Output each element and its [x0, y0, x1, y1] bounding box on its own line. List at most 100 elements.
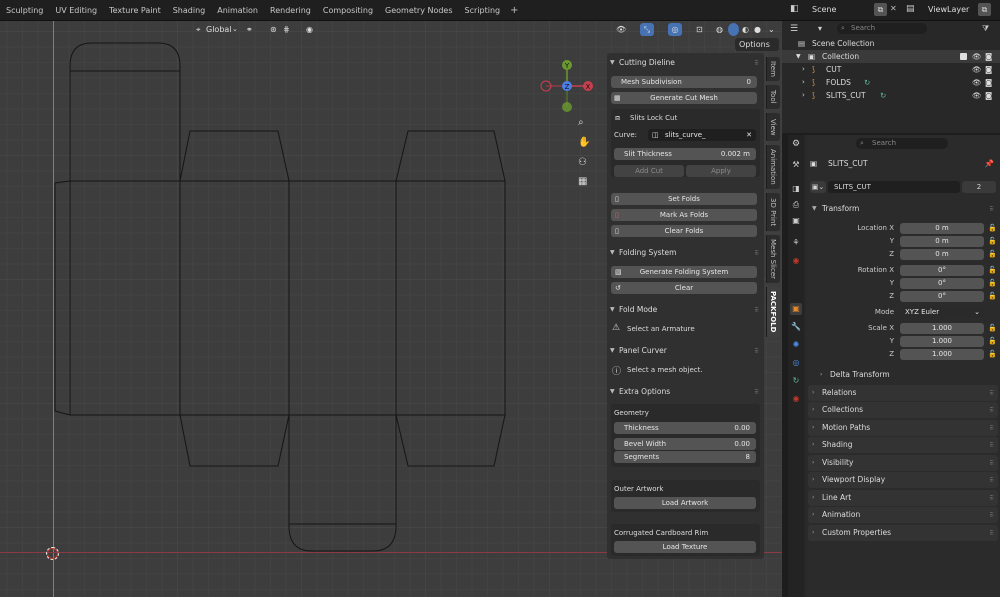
collections-header[interactable]: › Collections ⁝⁝⁝: [808, 402, 998, 418]
snap-target-icon[interactable]: ⋕: [283, 23, 290, 36]
visibility-header[interactable]: › Visibility ⁝⁝⁝: [808, 455, 998, 471]
panel-curver-header[interactable]: ▼ Panel Curver ⁝⁝⁝: [607, 344, 764, 358]
workspace-tab-scripting[interactable]: Scripting: [459, 0, 507, 21]
mesh-subdivision-field[interactable]: Mesh Subdivision 0: [611, 76, 757, 88]
collection-row[interactable]: ▼ ▣ Collection 👁 ◙: [782, 50, 1000, 63]
lock-icon[interactable]: 🔓: [988, 349, 997, 360]
lock-icon[interactable]: 🔓: [988, 249, 997, 260]
object-tab-icon[interactable]: ▣: [790, 303, 802, 315]
orientation-dropdown[interactable]: Global: [206, 23, 232, 36]
lock-icon[interactable]: 🔓: [988, 223, 997, 234]
collection-checkbox[interactable]: [960, 53, 967, 60]
clear-folds-button[interactable]: ▯ Clear Folds: [611, 225, 757, 237]
pivot-icon[interactable]: ⚭: [246, 23, 253, 36]
tab-animation[interactable]: Animation: [766, 145, 780, 189]
thickness-field[interactable]: Thickness 0.00: [614, 422, 756, 434]
tab-mesh-slicer[interactable]: Mesh Slicer: [766, 235, 780, 283]
world-tab-icon[interactable]: ◉: [790, 255, 802, 267]
object-data-name[interactable]: SLITS_CUT: [828, 181, 960, 193]
folding-system-header[interactable]: ▼ Folding System ⁝⁝⁝: [607, 246, 764, 260]
slit-thickness-field[interactable]: Slit Thickness 0.002 m: [614, 148, 756, 160]
scene-selector[interactable]: Scene: [812, 5, 836, 14]
lock-icon[interactable]: 🔓: [988, 236, 997, 247]
lock-icon[interactable]: 🔓: [988, 265, 997, 276]
xray-icon[interactable]: ⊡: [696, 23, 703, 36]
segments-field[interactable]: Segments 8: [614, 451, 756, 463]
camera-icon[interactable]: ◙: [985, 63, 992, 76]
curve-selector[interactable]: ◫ slits_curve_ ✕: [648, 129, 756, 141]
lock-icon[interactable]: 🔓: [988, 291, 997, 302]
output-tab-icon[interactable]: ⎙: [790, 199, 802, 211]
scene-tab-icon[interactable]: ⚘: [790, 237, 802, 249]
pan-hand-icon[interactable]: ✋: [578, 137, 590, 148]
workspace-tab-sculpting[interactable]: Sculpting: [0, 0, 49, 21]
workspace-tab-uv-editing[interactable]: UV Editing: [49, 0, 103, 21]
load-artwork-button[interactable]: Load Artwork: [614, 497, 756, 509]
rotation-mode-dropdown[interactable]: XYZ Euler ⌄: [900, 307, 984, 318]
workspace-tab-compositing[interactable]: Compositing: [317, 0, 379, 21]
outliner-editor-icon[interactable]: ☰: [790, 24, 798, 34]
shading-material-icon[interactable]: ◐: [742, 23, 749, 36]
tab-view[interactable]: View: [766, 113, 780, 141]
scene-collection-row[interactable]: ▤ Scene Collection: [782, 37, 1000, 50]
workspace-tab-geometry-nodes[interactable]: Geometry Nodes: [379, 0, 458, 21]
transform-header[interactable]: ▼ Transform ⁝⁝⁝: [808, 201, 998, 217]
scene-close-icon[interactable]: ✕: [890, 4, 897, 13]
set-folds-button[interactable]: ▯ Set Folds: [611, 193, 757, 205]
object-data-selector[interactable]: ▣⌄ SLITS_CUT 2: [810, 181, 996, 193]
extra-options-header[interactable]: ▼ Extra Options ⁝⁝⁝: [607, 385, 764, 399]
scale-x-field[interactable]: 1.000: [900, 323, 984, 334]
camera-icon[interactable]: ◙: [985, 76, 992, 89]
filter-icon[interactable]: ▾: [818, 24, 822, 33]
eye-icon[interactable]: 👁: [972, 50, 982, 63]
physics-tab-icon[interactable]: ◎: [790, 357, 802, 369]
zoom-icon[interactable]: ⌕: [578, 117, 584, 128]
rotation-x-field[interactable]: 0°: [900, 265, 984, 276]
animation-header[interactable]: › Animation ⁝⁝⁝: [808, 507, 998, 523]
3d-cursor[interactable]: [46, 547, 59, 560]
workspace-tab-shading[interactable]: Shading: [167, 0, 212, 21]
tab-3d-print[interactable]: 3D Print: [766, 193, 780, 231]
bevel-width-field[interactable]: Bevel Width 0.00: [614, 438, 756, 450]
generate-cut-mesh-button[interactable]: ▦ Generate Cut Mesh: [611, 92, 757, 104]
ortho-grid-icon[interactable]: ▦: [578, 176, 587, 187]
navigation-gizmo[interactable]: Y X Z: [537, 56, 597, 116]
eye-icon[interactable]: 👁: [972, 76, 982, 89]
apply-button[interactable]: Apply: [686, 165, 756, 177]
fold-mode-header[interactable]: ▼ Fold Mode ⁝⁝⁝: [607, 303, 764, 317]
modifier-tab-icon[interactable]: 🔧: [790, 321, 802, 333]
tab-item[interactable]: Item: [766, 57, 780, 81]
add-cut-button[interactable]: Add Cut: [614, 165, 684, 177]
overlays-icon[interactable]: ◎: [668, 23, 682, 36]
user-count[interactable]: 2: [962, 181, 996, 193]
snap-icon[interactable]: ⊛: [270, 23, 277, 36]
line-art-header[interactable]: › Line Art ⁝⁝⁝: [808, 490, 998, 506]
render-tab-icon[interactable]: ◨: [790, 183, 802, 195]
outliner-item-slits-cut[interactable]: › ⟆ SLITS_CUT ↻ 👁 ◙: [782, 89, 1000, 102]
properties-search-input[interactable]: ⌕ Search: [856, 138, 948, 149]
particles-tab-icon[interactable]: ✺: [790, 339, 802, 351]
object-browse-icon[interactable]: ▣⌄: [810, 181, 826, 193]
outliner-item-folds[interactable]: › ⟆ FOLDS ↻ 👁 ◙: [782, 76, 1000, 89]
eye-icon[interactable]: 👁: [972, 89, 982, 102]
cutting-dieline-header[interactable]: ▼ Cutting Dieline ⁝⁝⁝: [607, 56, 764, 70]
scale-z-field[interactable]: 1.000: [900, 349, 984, 360]
outliner-item-cut[interactable]: › ⟆ CUT 👁 ◙: [782, 63, 1000, 76]
tool-tab-icon[interactable]: ⚒: [790, 159, 802, 171]
options-dropdown[interactable]: Options ⌄: [735, 38, 779, 62]
constraints-tab-icon[interactable]: ↻: [790, 375, 802, 387]
clear-curve-icon[interactable]: ✕: [746, 129, 752, 141]
view-layer-tab-icon[interactable]: ▣: [790, 215, 802, 227]
rotation-y-field[interactable]: 0°: [900, 278, 984, 289]
relations-header[interactable]: › Relations ⁝⁝⁝: [808, 385, 998, 401]
view-layer-icon[interactable]: ▤: [906, 4, 915, 14]
lock-icon[interactable]: 🔓: [988, 336, 997, 347]
lock-icon[interactable]: 🔓: [988, 278, 997, 289]
eye-icon[interactable]: 👁: [972, 63, 982, 76]
camera-icon[interactable]: ◙: [985, 50, 992, 63]
scene-icon[interactable]: ◧: [790, 4, 804, 16]
motion-paths-header[interactable]: › Motion Paths ⁝⁝⁝: [808, 420, 998, 436]
shading-rendered-icon[interactable]: ●: [754, 23, 761, 36]
orientation-icon[interactable]: ⌖: [196, 23, 201, 36]
lock-icon[interactable]: 🔓: [988, 323, 997, 334]
